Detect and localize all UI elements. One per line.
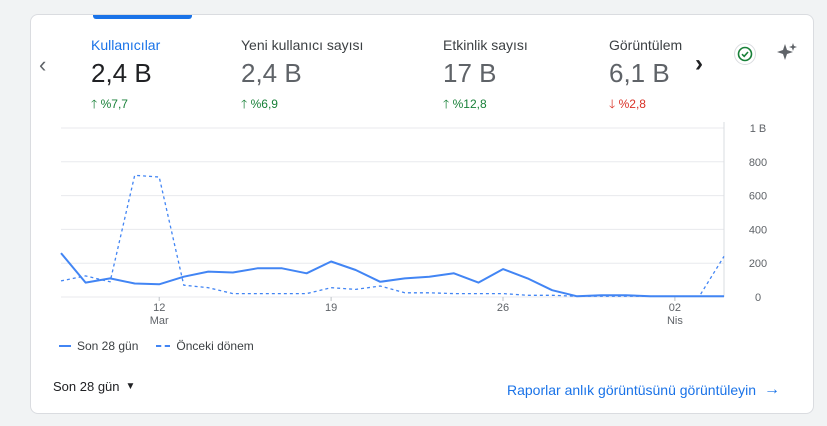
legend-swatch-dashed [156, 345, 171, 347]
x-tick-label: 12 [153, 302, 165, 314]
chart-legend: Son 28 gün Önceki dönem [59, 339, 254, 353]
x-tick-sublabel: Mar [150, 315, 169, 327]
y-tick-label: 1 B [750, 123, 767, 135]
y-tick-label: 600 [749, 191, 767, 203]
x-tick-label: 02 [669, 302, 681, 314]
x-tick-label: 19 [325, 302, 337, 314]
date-range-dropdown[interactable]: Son 28 gün ▼ [53, 379, 135, 394]
x-tick-label: 26 [497, 302, 509, 314]
overview-card: ‹ Kullanıcılar 2,4 B 🡑 %7,7 Yeni kullanı… [30, 14, 814, 414]
date-range-label: Son 28 gün [53, 379, 120, 394]
y-tick-label: 400 [749, 224, 767, 236]
legend-item-previous: Önceki dönem [156, 339, 254, 353]
legend-swatch-solid [59, 345, 71, 347]
y-tick-label: 800 [749, 157, 767, 169]
y-tick-label: 0 [755, 292, 761, 304]
arrow-right-icon: → [764, 381, 781, 398]
series-line-previous [60, 174, 725, 297]
users-line-chart: 1 B 800 600 400 200 0 12Mar 19 26 02Nis [60, 122, 767, 327]
x-tick-sublabel: Nis [667, 315, 683, 327]
report-link-label: Raporlar anlık görüntüsünü görüntüleyin [507, 382, 757, 398]
legend-item-current: Son 28 gün [59, 339, 138, 353]
caret-down-icon: ▼ [125, 381, 136, 392]
y-tick-label: 200 [749, 258, 767, 270]
view-reports-snapshot-link[interactable]: Raporlar anlık görüntüsünü görüntüleyin … [507, 381, 780, 399]
